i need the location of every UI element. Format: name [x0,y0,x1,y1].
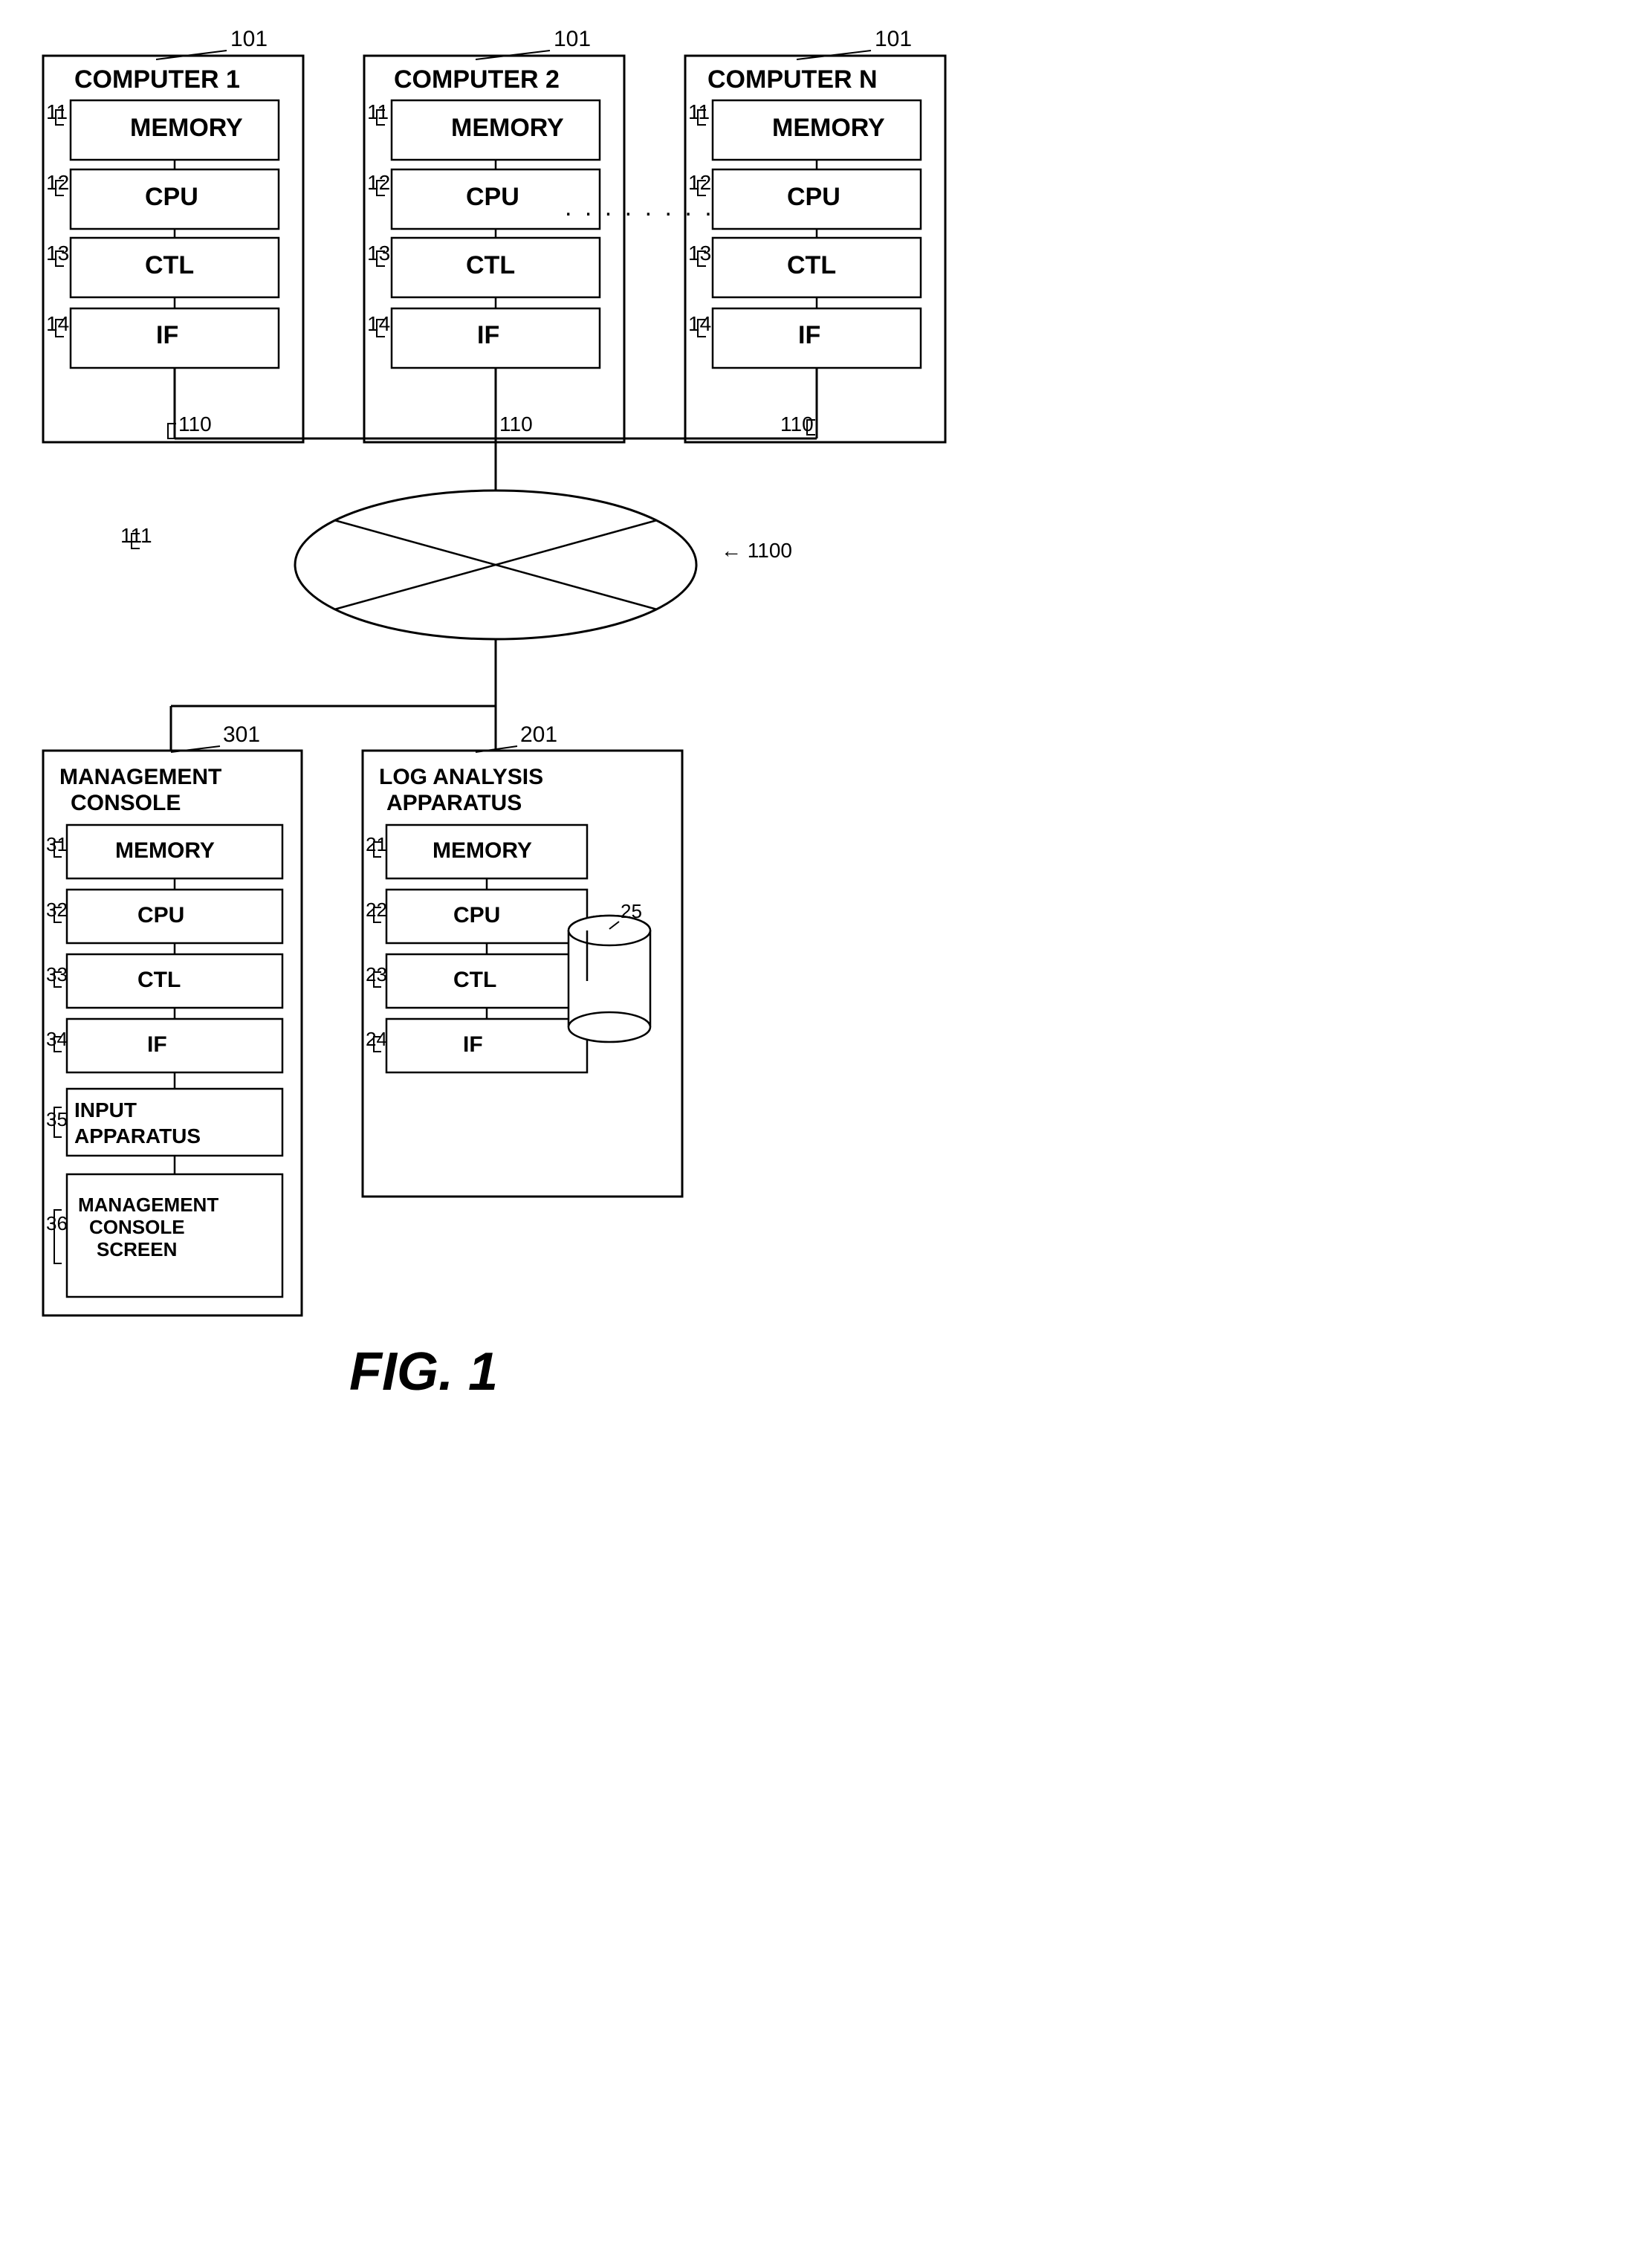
svg-text:CTL: CTL [453,968,496,992]
svg-text:14: 14 [688,312,711,335]
svg-text:11: 11 [367,100,389,123]
svg-text:13: 13 [46,242,69,265]
svg-text:11: 11 [688,100,710,123]
svg-text:SCREEN: SCREEN [97,1238,177,1260]
svg-text:12: 12 [46,171,69,194]
svg-text:24: 24 [366,1028,387,1050]
svg-text:CTL: CTL [466,251,515,279]
svg-text:32: 32 [46,899,68,921]
svg-text:101: 101 [875,27,912,51]
svg-text:33: 33 [46,963,68,985]
svg-text:110: 110 [178,412,212,436]
svg-text:CTL: CTL [145,251,194,279]
svg-text:MEMORY: MEMORY [451,114,564,142]
svg-text:. . . . . . . .: . . . . . . . . [565,193,715,221]
svg-text:CPU: CPU [453,903,500,928]
svg-text:21: 21 [366,833,387,855]
svg-text:IF: IF [147,1032,167,1057]
svg-text:35: 35 [46,1108,68,1130]
svg-text:CONSOLE: CONSOLE [71,791,181,815]
svg-text:APPARATUS: APPARATUS [74,1124,201,1147]
svg-text:LOG ANALYSIS: LOG ANALYSIS [379,765,543,789]
svg-text:36: 36 [46,1212,68,1234]
svg-text:MANAGEMENT: MANAGEMENT [78,1194,218,1216]
svg-text:11: 11 [46,100,68,123]
svg-text:22: 22 [366,899,387,921]
diagram: COMPUTER 1 101 11 MEMORY 12 CPU 13 CTL 1… [0,0,1652,2266]
svg-text:CPU: CPU [466,183,519,211]
svg-text:14: 14 [367,312,390,335]
svg-text:COMPUTER N: COMPUTER N [707,65,878,94]
svg-text:201: 201 [520,722,557,747]
svg-text:MANAGEMENT: MANAGEMENT [59,765,221,789]
svg-text:12: 12 [688,171,711,194]
svg-text:APPARATUS: APPARATUS [386,791,522,815]
svg-text:CTL: CTL [787,251,836,279]
svg-text:INPUT: INPUT [74,1098,137,1121]
svg-text:MEMORY: MEMORY [772,114,885,142]
svg-text:34: 34 [46,1028,68,1050]
svg-text:CPU: CPU [145,183,198,211]
svg-text:110: 110 [780,412,814,436]
svg-text:MEMORY: MEMORY [115,838,215,863]
svg-text:MEMORY: MEMORY [130,114,243,142]
svg-text:13: 13 [688,242,711,265]
svg-text:CTL: CTL [137,968,181,992]
svg-text:111: 111 [120,524,152,547]
svg-text:CPU: CPU [137,903,184,928]
svg-text:101: 101 [230,27,268,51]
svg-text:25: 25 [621,900,642,922]
svg-text:110: 110 [499,412,533,436]
svg-text:23: 23 [366,963,387,985]
svg-text:CPU: CPU [787,183,840,211]
svg-text:IF: IF [156,321,178,349]
svg-text:IF: IF [477,321,499,349]
svg-text:IF: IF [463,1032,483,1057]
svg-text:12: 12 [367,171,390,194]
svg-text:← 1100: ← 1100 [721,539,792,562]
svg-text:13: 13 [367,242,390,265]
svg-text:FIG. 1: FIG. 1 [349,1342,498,1402]
svg-text:301: 301 [223,722,260,747]
svg-text:MEMORY: MEMORY [433,838,532,863]
svg-text:101: 101 [554,27,591,51]
svg-text:IF: IF [798,321,820,349]
svg-text:CONSOLE: CONSOLE [89,1216,185,1238]
svg-text:COMPUTER 2: COMPUTER 2 [394,65,560,94]
connection-lines: COMPUTER 1 101 11 MEMORY 12 CPU 13 CTL 1… [0,0,1652,2266]
svg-text:COMPUTER 1: COMPUTER 1 [74,65,240,94]
svg-text:14: 14 [46,312,69,335]
svg-text:31: 31 [46,833,68,855]
